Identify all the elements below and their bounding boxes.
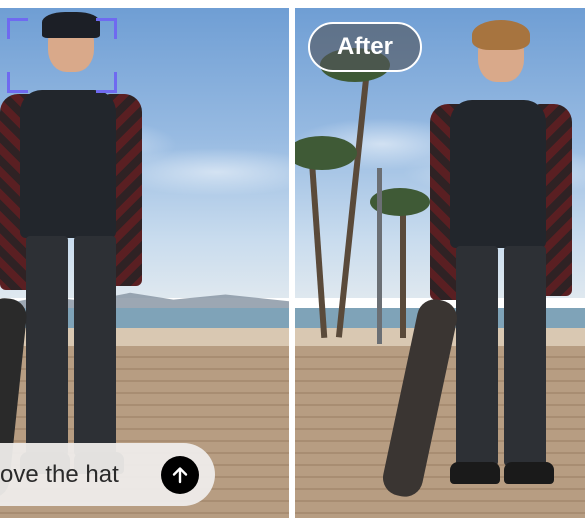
send-button[interactable] (161, 456, 199, 494)
edit-prompt-bar[interactable]: ove the hat (0, 443, 215, 506)
selection-corner-top-right[interactable] (96, 18, 117, 39)
band-tshirt (20, 90, 116, 238)
prompt-text[interactable]: ove the hat (0, 443, 119, 506)
selection-corner-top-left[interactable] (7, 18, 28, 39)
palm-trunk (400, 208, 406, 338)
baseball-cap (42, 12, 100, 38)
selection-corner-bottom-left[interactable] (7, 72, 28, 93)
after-image-panel: After (295, 8, 585, 518)
jeans-left (456, 246, 498, 466)
shoe-right (504, 462, 554, 484)
arrow-up-icon (172, 467, 188, 484)
before-image-panel: ove the hat (0, 8, 289, 518)
after-label-badge: After (308, 22, 422, 72)
jeans-right (504, 246, 546, 466)
selection-corner-bottom-right[interactable] (96, 72, 117, 93)
shoe-left (450, 462, 500, 484)
street-lamp (377, 168, 382, 344)
curly-hair (472, 20, 530, 50)
person-figure (430, 18, 580, 488)
band-tshirt (450, 100, 546, 248)
jeans-left (26, 236, 68, 456)
jeans-right (74, 236, 116, 456)
